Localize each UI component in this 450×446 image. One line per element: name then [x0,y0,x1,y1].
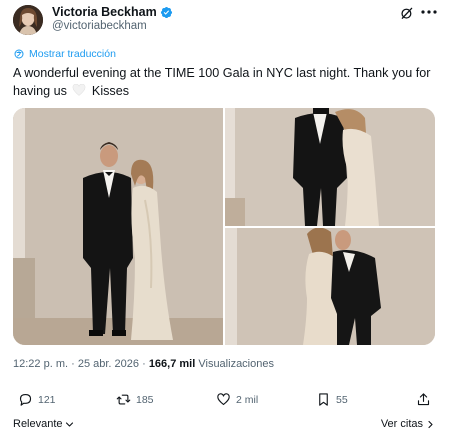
sort-label: Relevante [13,418,63,430]
translate-icon [14,49,24,59]
meta-separator: · [142,358,146,370]
reply-count: 121 [38,393,56,406]
repost-icon [116,394,131,405]
bookmark-button[interactable]: 55 [316,392,348,407]
bookmark-count: 55 [336,393,348,406]
author-name[interactable]: Victoria Beckham [52,5,157,19]
meta-separator: · [71,358,75,370]
grok-icon[interactable] [400,6,414,20]
quotes-label: Ver citas [380,418,423,430]
view-quotes-link[interactable]: Ver citas [381,418,435,430]
photo-2[interactable] [225,108,435,226]
translate-label[interactable]: Mostrar traducción [29,48,116,60]
like-button[interactable]: 2 mil [216,392,258,407]
more-icon[interactable] [420,5,438,19]
verified-badge-icon [160,6,172,18]
chevron-right-icon [428,420,433,428]
photo-1[interactable] [13,108,223,345]
replies-toolbar: Relevante Ver citas [0,418,450,436]
media-grid [13,108,435,345]
share-button[interactable] [416,392,431,407]
tweet-date[interactable]: 25 abr. 2026 [78,358,139,370]
tweet-text: A wonderful evening at the TIME 100 Gala… [13,64,438,100]
chevron-down-icon [65,421,73,427]
tweet-text-part2: Kisses [91,84,130,98]
views-label: Visualizaciones [198,358,274,370]
reply-icon [19,393,32,406]
tweet-time[interactable]: 12:22 p. m. [13,358,68,370]
author-name-row[interactable]: Victoria Beckham [52,5,173,19]
share-icon [417,393,430,406]
action-bar: 121 185 2 mil 55 [0,392,450,412]
like-icon [217,393,230,406]
repost-count: 185 [136,393,154,406]
photo-3[interactable] [225,228,435,345]
author-handle[interactable]: @victoriabeckham [52,20,147,32]
views-count: 166,7 mil [148,358,196,370]
heart-emoji-icon [73,84,86,96]
tweet-meta: 12:22 p. m. · 25 abr. 2026 · 166,7 mil V… [13,358,274,370]
avatar[interactable] [13,5,43,35]
like-count: 2 mil [236,393,259,406]
reply-button[interactable]: 121 [18,392,56,407]
repost-button[interactable]: 185 [116,392,154,407]
sort-dropdown[interactable]: Relevante [13,418,74,430]
show-translation-link[interactable]: Mostrar traducción [13,48,116,60]
bookmark-icon [319,393,328,406]
